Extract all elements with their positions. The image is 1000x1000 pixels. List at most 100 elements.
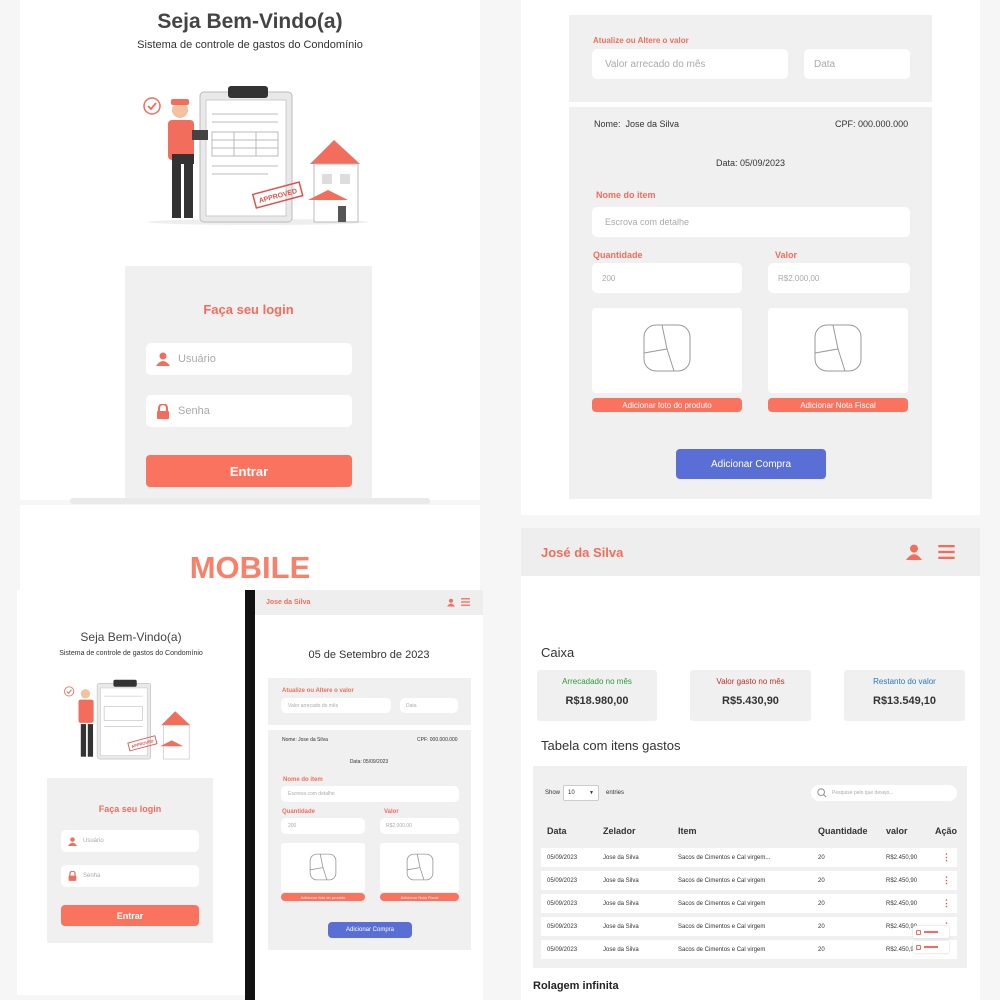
delete-line — [924, 946, 938, 948]
check-icon — [143, 97, 161, 115]
table-row: 05/09/2023 Jose da Silva Sacos de Cimentos… — [541, 871, 957, 890]
delete-icon — [916, 944, 921, 950]
enter-button[interactable]: Entrar — [146, 455, 352, 487]
username-placeholder: Usuário — [178, 353, 216, 365]
card-spent-value: R$5.430,90 — [722, 695, 779, 707]
table-cell: 20 — [814, 917, 882, 936]
table-cell: 05/09/2023 — [541, 871, 599, 890]
mobile-approved-illustration: APPROVED — [64, 679, 191, 760]
update-label: Atualize ou Altere o valor — [593, 36, 689, 45]
add-invoice-button[interactable]: Adicionar Nota Fiscal — [768, 398, 908, 412]
mobile-header-name: Jose da Silva — [266, 599, 311, 606]
table-cell: Sacos de Cimentos e Cal virgem — [674, 940, 814, 959]
more-vertical-icon[interactable]: ⋮ — [942, 875, 951, 885]
mobile-password-input[interactable]: Senha — [61, 865, 199, 887]
invoice-box[interactable] — [768, 308, 908, 393]
more-vertical-icon[interactable]: ⋮ — [942, 898, 951, 908]
add-photo-button[interactable]: Adicionar foto do produto — [592, 398, 742, 412]
search-input[interactable]: Pesquise pelo que desejo... — [811, 785, 957, 801]
table-row: 05/09/2023 Jose da Silva Sacos de Cimentos… — [541, 848, 957, 867]
more-vertical-icon[interactable]: ⋮ — [942, 852, 951, 862]
profile-icon[interactable] — [906, 543, 922, 561]
table-cell: 20 — [814, 940, 882, 959]
mobile-invoice-box[interactable] — [380, 843, 459, 892]
entries-select-value: 10 — [568, 790, 575, 796]
mobile-qty-label: Quantidade — [282, 809, 316, 815]
table-cell: 20 — [814, 848, 882, 867]
mobile-date-placeholder: Data — [406, 702, 417, 709]
table-cell: Jose da Silva — [599, 894, 674, 913]
mobile-username-placeholder: Usuário — [83, 838, 104, 844]
password-input[interactable]: Senha — [146, 395, 352, 427]
value-input[interactable]: Valor arrecado do mês — [592, 49, 788, 79]
mobile-date-input[interactable]: Data — [400, 698, 458, 713]
date-input[interactable]: Data — [804, 49, 910, 79]
mobile-photo-box[interactable] — [281, 843, 365, 892]
table-cell: R$2.450,90 — [882, 894, 926, 913]
val-input[interactable]: R$2.000,00 — [768, 263, 910, 293]
dashboard-header-name: José da Silva — [541, 545, 624, 560]
photo-box[interactable] — [592, 308, 742, 393]
add-purchase-button[interactable]: Adicionar Compra — [676, 449, 826, 479]
mobile-subtitle: Sistema de controle de gastos do Condomí… — [59, 650, 203, 657]
expenses-table: Data Zelador Item Quantidade valor Ação … — [541, 818, 957, 963]
menu-icon[interactable] — [938, 545, 955, 559]
table-cell: Jose da Silva — [599, 917, 674, 936]
item-label: Nome do item — [596, 190, 656, 200]
mobile-name-value: Jose da Silva — [298, 737, 328, 743]
item-placeholder: Escrova com detalhe — [605, 217, 690, 227]
mobile-enter-button[interactable]: Entrar — [61, 905, 199, 926]
table-cell: 05/09/2023 — [541, 917, 599, 936]
mobile-item-input[interactable]: Escreva com detalhe — [281, 786, 459, 802]
mobile-menu-icon[interactable] — [461, 598, 470, 606]
mobile-label: MOBILE — [189, 550, 311, 585]
mobile-item-label: Nome do item — [283, 777, 323, 783]
mobile-date-title: 05 de Setembro de 2023 — [308, 649, 430, 661]
action-delete-item[interactable] — [913, 941, 949, 953]
table-cell: Jose da Silva — [599, 871, 674, 890]
table-row: 05/09/2023 Jose da Silva Sacos de Cimentos… — [541, 940, 957, 959]
mobile-item-placeholder: Escreva com detalhe — [288, 791, 335, 797]
mobile-lock-icon — [68, 871, 77, 881]
edit-line — [924, 931, 938, 933]
mobile-add-photo-button[interactable]: Adicionar foto do produto — [281, 893, 365, 901]
card-remaining-value: R$13.549,10 — [873, 695, 936, 707]
mobile-profile-icon[interactable] — [447, 598, 455, 607]
qty-placeholder: 200 — [602, 273, 616, 283]
mobile-username-input[interactable]: Usuário — [61, 830, 199, 852]
table-header-row: Data Zelador Item Quantidade valor Ação — [541, 822, 957, 844]
mobile-val-input[interactable]: R$2.000,00 — [380, 818, 459, 834]
entries-label: entries — [606, 790, 625, 796]
table-cell: 05/09/2023 — [541, 848, 599, 867]
search-placeholder: Pesquise pelo que desejo... — [832, 790, 894, 796]
table-cell: 05/09/2023 — [541, 894, 599, 913]
item-input[interactable]: Escrova com detalhe — [592, 207, 910, 237]
name-label: Nome: — [594, 119, 621, 129]
name-line: Nome: Jose da Silva — [594, 119, 679, 129]
caixa-title: Caixa — [541, 645, 575, 660]
value-placeholder: Valor arrecado do mês — [605, 58, 706, 70]
page-subtitle: Sistema de controle de gastos do Condomí… — [137, 39, 363, 51]
mobile-user-icon — [68, 836, 77, 846]
table-cell: 20 — [814, 894, 882, 913]
qty-input[interactable]: 200 — [592, 263, 742, 293]
dashboard-panel: José da Silva Caixa Arrecadado no mês R$… — [521, 528, 980, 1000]
mobile-add-purchase-button[interactable]: Adicionar Compra — [328, 922, 412, 938]
mobile-invoice-placeholder-icon — [406, 853, 434, 881]
action-edit-item[interactable] — [913, 926, 949, 938]
table-cell: Sacos de Cimentos e Cal virgem... — [674, 848, 814, 867]
qty-label: Quantidade — [593, 250, 643, 260]
mobile-qty-input[interactable]: 200 — [281, 818, 365, 834]
card-spent-label: Valor gasto no mês — [716, 677, 785, 686]
mobile-add-invoice-button[interactable]: Adicionar Nota Fiscal — [380, 893, 459, 901]
mobile-val-label: Valor — [384, 809, 399, 815]
desktop-login-panel: Seja Bem-Vindo(a) Sistema de controle de… — [20, 0, 480, 504]
mobile-value-input[interactable]: Valor arrecado do mês — [281, 698, 391, 713]
col-quantidade: Quantidade — [818, 826, 868, 836]
mobile-val-placeholder: R$2.000,00 — [386, 823, 412, 829]
cpf-value: 000.000.000 — [858, 119, 909, 129]
col-item: Item — [678, 826, 697, 836]
username-input[interactable]: Usuário — [146, 343, 352, 375]
entries-select[interactable]: 10 ▼ — [563, 785, 599, 801]
show-label: Show — [545, 790, 561, 796]
